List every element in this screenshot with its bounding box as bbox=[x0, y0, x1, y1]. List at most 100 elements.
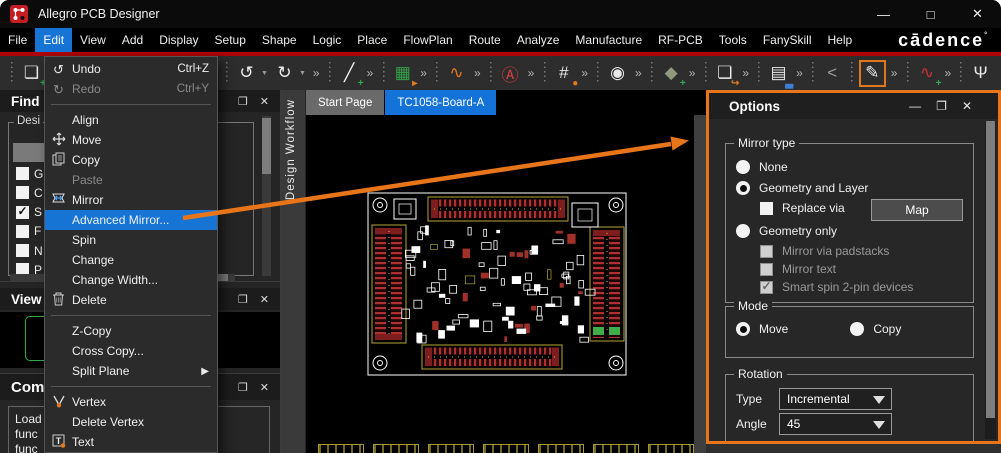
add-wire-icon[interactable]: ∿+ bbox=[914, 60, 939, 87]
place-part-icon[interactable]: ▦▸ bbox=[390, 60, 415, 87]
menu-shape[interactable]: Shape bbox=[254, 28, 305, 52]
minimize-button[interactable]: — bbox=[860, 0, 907, 28]
toolbar-drag-handle[interactable] bbox=[703, 62, 707, 84]
toolbar-overflow-chevron[interactable]: » bbox=[796, 66, 803, 80]
properties-tool-icon[interactable]: ✎ bbox=[859, 60, 886, 87]
view-float-icon[interactable]: ❐ bbox=[238, 293, 248, 306]
toolbar-drag-handle[interactable] bbox=[381, 62, 385, 84]
mirror-none-row[interactable]: None bbox=[736, 160, 965, 174]
menu-flowplan[interactable]: FlowPlan bbox=[395, 28, 460, 52]
toolbar-overflow-chevron[interactable]: » bbox=[474, 66, 481, 80]
reports-chart-icon[interactable]: ▤▃ bbox=[766, 60, 791, 87]
menu-tools[interactable]: Tools bbox=[711, 28, 755, 52]
close-button[interactable]: ✕ bbox=[954, 0, 1001, 28]
menu-item-move[interactable]: Move bbox=[45, 130, 217, 150]
menu-fanyskill[interactable]: FanySkill bbox=[755, 28, 820, 52]
toolbar-overflow-chevron[interactable]: » bbox=[313, 66, 320, 80]
menu-add[interactable]: Add bbox=[114, 28, 151, 52]
route-connect-icon[interactable]: ∿ bbox=[444, 60, 469, 87]
rotation-type-dropdown[interactable]: Incremental bbox=[779, 388, 892, 410]
menu-rf-pcb[interactable]: RF-PCB bbox=[650, 28, 711, 52]
menu-item-vertex[interactable]: Vertex bbox=[45, 392, 217, 412]
menu-item-change-width[interactable]: Change Width... bbox=[45, 270, 217, 290]
menu-item-paste[interactable]: Paste bbox=[45, 170, 217, 190]
menu-place[interactable]: Place bbox=[349, 28, 395, 52]
maximize-button[interactable]: □ bbox=[907, 0, 954, 28]
undo-icon[interactable]: ↺ bbox=[234, 60, 259, 87]
toolbar-overflow-chevron[interactable]: » bbox=[689, 66, 696, 80]
toolbar-drag-handle[interactable] bbox=[328, 62, 332, 84]
display-eye-icon[interactable]: ◉ bbox=[605, 60, 630, 87]
find-vscroll-thumb[interactable] bbox=[262, 118, 271, 174]
options-close-icon[interactable]: ✕ bbox=[962, 99, 972, 113]
options-scroll-thumb[interactable] bbox=[986, 121, 995, 418]
menu-item-align[interactable]: Align bbox=[45, 110, 217, 130]
menu-analyze[interactable]: Analyze bbox=[509, 28, 568, 52]
find-checkbox-g[interactable] bbox=[16, 167, 29, 180]
add-line-icon[interactable]: ╱+ bbox=[337, 60, 362, 87]
radio-move[interactable] bbox=[736, 322, 750, 336]
menu-item-advanced-mirror[interactable]: Advanced Mirror... bbox=[45, 210, 217, 230]
find-checkbox-c[interactable] bbox=[16, 186, 29, 199]
toolbar-overflow-chevron[interactable]: » bbox=[367, 66, 374, 80]
toolbar-drag-handle[interactable] bbox=[850, 62, 854, 84]
checkbox-replace-via[interactable] bbox=[760, 202, 773, 215]
options-minimize-icon[interactable]: — bbox=[909, 99, 921, 113]
menu-file[interactable]: File bbox=[0, 28, 35, 52]
toolbar-overflow-chevron[interactable]: » bbox=[528, 66, 535, 80]
map-button[interactable]: Map bbox=[871, 199, 963, 221]
toolbar-overflow-chevron[interactable]: » bbox=[635, 66, 642, 80]
mirror-geometry-only-row[interactable]: Geometry only bbox=[736, 224, 965, 238]
tab-tc1058-board-a[interactable]: TC1058-Board-A bbox=[385, 90, 496, 115]
radio-geometry-only[interactable] bbox=[736, 224, 750, 238]
new-drawing-icon[interactable]: ❏+ bbox=[19, 60, 44, 87]
mirror-geometry-layer-row[interactable]: Geometry and Layer bbox=[736, 181, 965, 195]
manufacture-grid-icon[interactable]: #● bbox=[551, 60, 576, 87]
find-close-icon[interactable]: ✕ bbox=[260, 95, 269, 108]
toolbar-drag-handle[interactable] bbox=[959, 62, 963, 84]
export-report-icon[interactable]: ❏↪ bbox=[712, 60, 737, 87]
radio-none[interactable] bbox=[736, 160, 750, 174]
menu-item-copy[interactable]: Copy bbox=[45, 150, 217, 170]
command-close-icon[interactable]: ✕ bbox=[260, 381, 269, 394]
toolbar-drag-handle[interactable] bbox=[650, 62, 654, 84]
canvas-scrollbar[interactable] bbox=[694, 115, 706, 453]
menu-route[interactable]: Route bbox=[461, 28, 509, 52]
toolbar-drag-handle[interactable] bbox=[811, 62, 815, 84]
traces-icon[interactable]: Ψ bbox=[968, 60, 993, 87]
toolbar-overflow-chevron[interactable]: » bbox=[891, 66, 898, 80]
toolbar-drag-handle[interactable] bbox=[542, 62, 546, 84]
toolbar-drag-handle[interactable] bbox=[489, 62, 493, 84]
find-checkbox-s[interactable] bbox=[16, 206, 29, 219]
menu-item-change[interactable]: Change bbox=[45, 250, 217, 270]
share-icon[interactable]: < bbox=[820, 60, 845, 87]
design-canvas[interactable] bbox=[306, 115, 694, 453]
menu-item-redo[interactable]: ↻RedoCtrl+Y bbox=[45, 79, 217, 99]
find-float-icon[interactable]: ❐ bbox=[238, 95, 248, 108]
toolbar-overflow-chevron[interactable]: » bbox=[581, 66, 588, 80]
options-float-icon[interactable]: ❐ bbox=[936, 99, 947, 113]
find-vertical-scrollbar[interactable] bbox=[262, 116, 271, 276]
redo-icon[interactable]: ↻ bbox=[272, 60, 297, 87]
dropdown-caret-icon[interactable]: ▼ bbox=[299, 70, 306, 77]
toolbar-drag-handle[interactable] bbox=[435, 62, 439, 84]
toolbar-drag-handle[interactable] bbox=[596, 62, 600, 84]
radio-copy[interactable] bbox=[850, 322, 864, 336]
view-close-icon[interactable]: ✕ bbox=[260, 293, 269, 306]
menu-item-cross-copy[interactable]: Cross Copy... bbox=[45, 341, 217, 361]
menu-display[interactable]: Display bbox=[151, 28, 206, 52]
design-workflow-strip[interactable]: Design Workflow bbox=[281, 90, 306, 453]
rotation-angle-dropdown[interactable]: 45 bbox=[779, 413, 892, 435]
menu-manufacture[interactable]: Manufacture bbox=[567, 28, 650, 52]
toolbar-overflow-chevron[interactable]: » bbox=[944, 66, 951, 80]
toolbar-overflow-chevron[interactable]: » bbox=[420, 66, 427, 80]
toolbar-drag-handle[interactable] bbox=[905, 62, 909, 84]
menu-view[interactable]: View bbox=[72, 28, 114, 52]
command-float-icon[interactable]: ❐ bbox=[238, 381, 248, 394]
menu-edit[interactable]: Edit bbox=[35, 28, 72, 52]
menu-item-mirror[interactable]: Mirror bbox=[45, 190, 217, 210]
menu-item-text[interactable]: TText bbox=[45, 432, 217, 452]
menu-item-undo[interactable]: ↺UndoCtrl+Z bbox=[45, 59, 217, 79]
tab-start-page[interactable]: Start Page bbox=[306, 90, 384, 115]
toolbar-drag-handle[interactable] bbox=[225, 62, 229, 84]
